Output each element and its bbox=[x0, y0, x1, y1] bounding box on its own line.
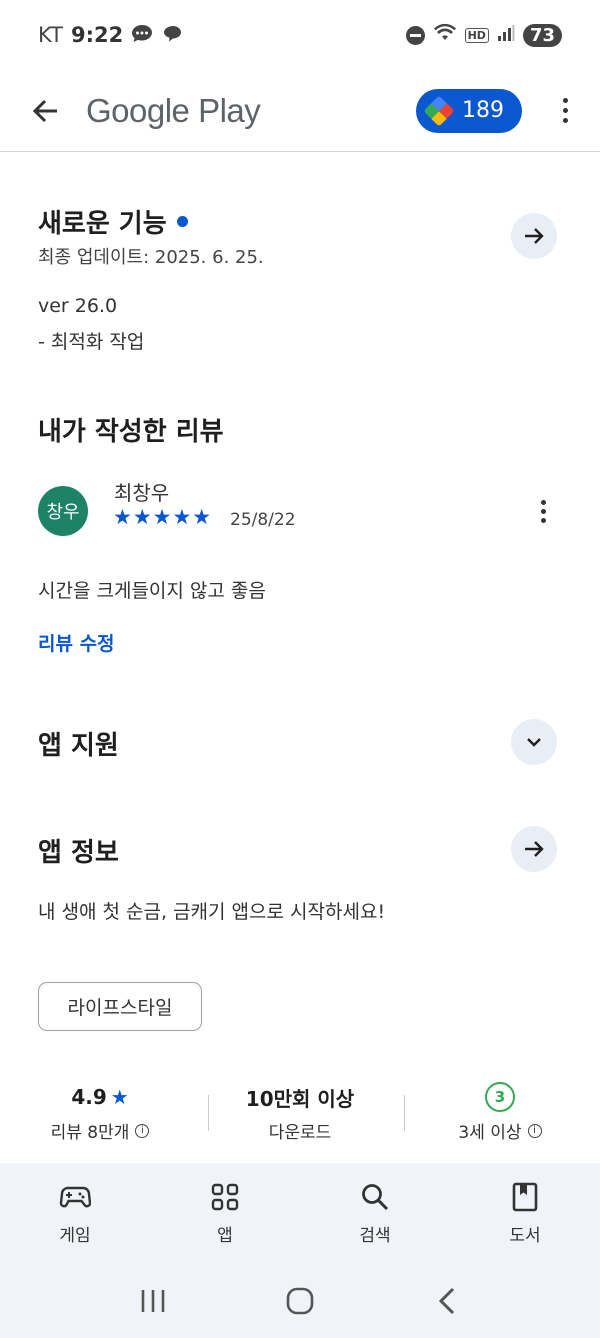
my-review-title: 내가 작성한 리뷰 bbox=[38, 417, 224, 447]
content-rating-stat[interactable]: 3 3세 이상 i bbox=[400, 1080, 600, 1150]
app-description: 내 생애 첫 순금, 금캐기 앱으로 시작하세요! bbox=[38, 901, 386, 923]
app-stats: 4.9 ★ 리뷰 8만개 i 10만회 이상 다운로드 3 3세 이상 i bbox=[0, 1080, 600, 1150]
carrier-label: KT bbox=[38, 23, 63, 47]
play-points-button[interactable]: 189 bbox=[416, 88, 522, 133]
nav-search[interactable]: 검색 bbox=[300, 1163, 450, 1263]
reviewer-name: 최창우 bbox=[114, 481, 170, 505]
apps-grid-icon bbox=[209, 1181, 241, 1213]
review-stars: ★★★★★ bbox=[113, 505, 213, 529]
age-rating-label: 3세 이상 bbox=[458, 1123, 522, 1143]
new-indicator-dot bbox=[176, 216, 188, 227]
star-icon: ★ bbox=[110, 1085, 129, 1109]
status-bar: KT 9:22 HD 73 bbox=[0, 0, 600, 70]
recent-apps-button[interactable] bbox=[133, 1281, 173, 1321]
app-support-title: 앱 지원 bbox=[38, 731, 119, 761]
avatar: 창우 bbox=[38, 486, 88, 536]
search-icon bbox=[359, 1181, 391, 1213]
app-bar: Google Play 189 bbox=[0, 70, 600, 152]
recent-apps-icon bbox=[142, 1289, 165, 1312]
nav-games[interactable]: 게임 bbox=[0, 1163, 150, 1263]
battery-level: 73 bbox=[522, 23, 562, 47]
stat-divider bbox=[404, 1095, 405, 1131]
book-icon bbox=[509, 1181, 541, 1213]
arrow-right-icon bbox=[525, 228, 544, 244]
nav-label: 검색 bbox=[359, 1225, 391, 1246]
back-button[interactable] bbox=[20, 86, 70, 136]
nav-label: 도서 bbox=[509, 1225, 541, 1246]
nav-label: 앱 bbox=[217, 1225, 233, 1246]
downloads-value: 10만회 이상 bbox=[245, 1086, 355, 1111]
arrow-right-icon bbox=[525, 841, 544, 857]
downloads-label: 다운로드 bbox=[268, 1123, 332, 1143]
version-text: ver 26.0 bbox=[38, 295, 118, 317]
gamepad-icon bbox=[59, 1181, 91, 1213]
clock: 9:22 bbox=[70, 23, 124, 47]
app-info-title: 앱 정보 bbox=[38, 838, 119, 868]
chat-bubble-icon bbox=[161, 23, 183, 48]
hd-voice-badge: HD bbox=[464, 27, 489, 43]
rating-stat[interactable]: 4.9 ★ 리뷰 8만개 i bbox=[0, 1080, 200, 1150]
review-more-button[interactable] bbox=[528, 494, 558, 528]
system-nav-bar bbox=[0, 1263, 600, 1338]
downloads-stat: 10만회 이상 다운로드 bbox=[200, 1080, 400, 1150]
system-back-button[interactable] bbox=[427, 1281, 467, 1321]
whats-new-arrow-button[interactable] bbox=[511, 213, 557, 259]
play-points-icon bbox=[423, 94, 455, 127]
play-points-count: 189 bbox=[462, 98, 504, 123]
more-options-button[interactable] bbox=[540, 81, 590, 141]
chevron-down-icon bbox=[527, 738, 541, 747]
chevron-left-icon bbox=[438, 1287, 454, 1314]
dnd-icon bbox=[405, 25, 425, 45]
age-rating-badge: 3 bbox=[485, 1082, 515, 1112]
review-text: 시간을 크게들이지 않고 좋음 bbox=[38, 580, 266, 602]
edit-review-link[interactable]: 리뷰 수정 bbox=[38, 629, 115, 656]
more-vert-icon bbox=[540, 499, 546, 505]
last-updated: 최종 업데이트: 2025. 6. 25. bbox=[38, 247, 264, 268]
release-note: - 최적화 작업 bbox=[38, 331, 145, 353]
review-date: 25/8/22 bbox=[230, 510, 296, 530]
rating-value: 4.9 bbox=[71, 1085, 107, 1109]
home-button[interactable] bbox=[280, 1281, 320, 1321]
review-count: 리뷰 8만개 bbox=[50, 1123, 130, 1143]
nav-books[interactable]: 도서 bbox=[450, 1163, 600, 1263]
stat-divider bbox=[208, 1095, 209, 1131]
info-icon: i bbox=[527, 1123, 542, 1138]
more-vert-icon bbox=[562, 98, 568, 103]
home-icon bbox=[286, 1287, 314, 1314]
app-bar-title: Google Play bbox=[86, 91, 261, 129]
category-chip[interactable]: 라이프스타일 bbox=[38, 982, 202, 1031]
whats-new-title-text: 새로운 기능 bbox=[38, 209, 167, 239]
signal-icon bbox=[497, 23, 515, 47]
nav-label: 게임 bbox=[59, 1225, 91, 1246]
info-icon: i bbox=[135, 1123, 150, 1138]
wifi-icon bbox=[433, 23, 457, 48]
nav-apps[interactable]: 앱 bbox=[150, 1163, 300, 1263]
whats-new-title: 새로운 기능 bbox=[38, 203, 188, 240]
app-info-arrow-button[interactable] bbox=[511, 826, 557, 872]
app-support-expand-button[interactable] bbox=[511, 719, 557, 765]
message-icon bbox=[131, 23, 153, 48]
back-arrow-icon bbox=[32, 99, 57, 122]
bottom-nav: 게임 앱 검색 도서 bbox=[0, 1163, 600, 1263]
